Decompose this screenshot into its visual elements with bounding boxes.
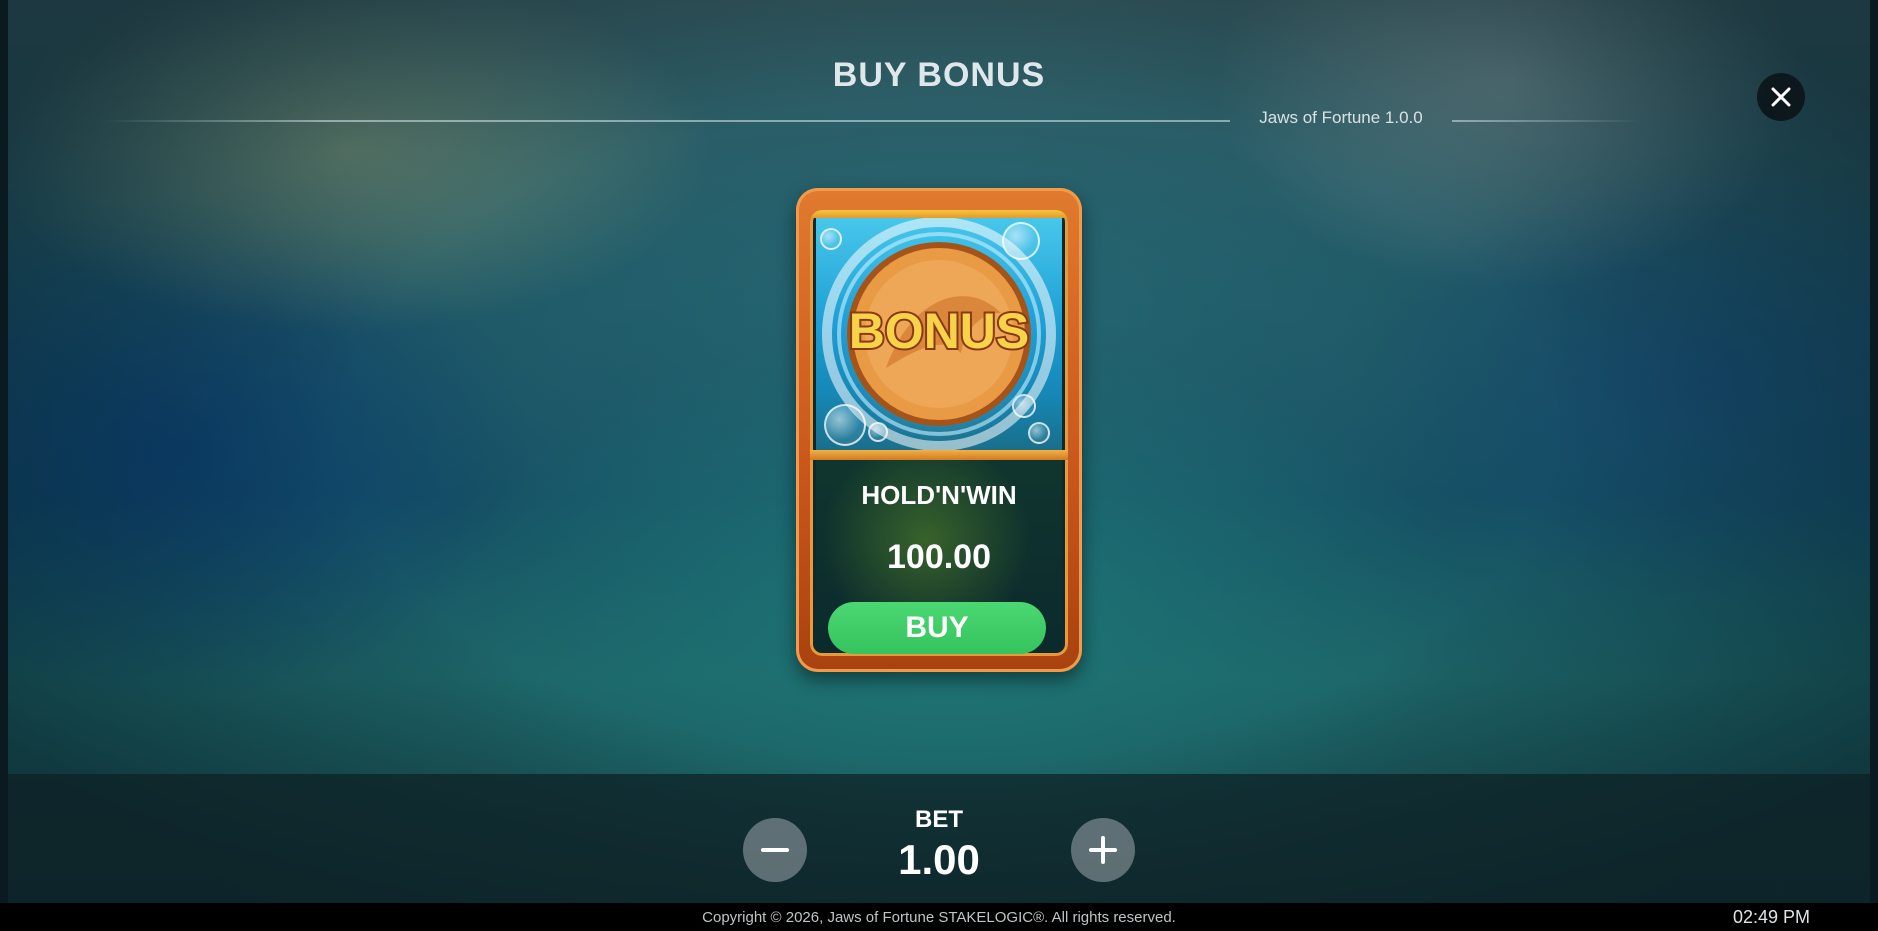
- decrease-bet-button[interactable]: [743, 818, 807, 882]
- plus-icon: [1089, 836, 1117, 864]
- minus-icon: [761, 848, 789, 852]
- bet-value: 1.00: [898, 836, 980, 883]
- title-divider-left: [102, 120, 1230, 122]
- card-top-trim: [810, 210, 1068, 218]
- close-icon: [1771, 87, 1791, 107]
- game-version: Jaws of Fortune 1.0.0: [1259, 108, 1423, 127]
- page-title: BUY BONUS: [832, 56, 1046, 94]
- bet-label: BET: [915, 806, 963, 833]
- increase-bet-button[interactable]: [1071, 818, 1135, 882]
- feature-price: 100.00: [887, 538, 991, 576]
- buy-bonus-screen: BUY BONUS Jaws of Fortune 1.0.0 BONUS HO…: [0, 0, 1878, 931]
- svg-text:BONUS: BONUS: [849, 303, 1030, 359]
- title-divider-right: [1452, 120, 1642, 122]
- bonus-coin-artwork: BONUS: [816, 218, 1062, 450]
- bonus-feature-card: BONUS HOLD'N'WIN 100.00 BUY: [796, 188, 1082, 672]
- buy-button[interactable]: BUY: [828, 602, 1046, 654]
- card-inner: BONUS HOLD'N'WIN 100.00 BUY: [810, 210, 1068, 656]
- clock: 02:49 PM: [1732, 907, 1810, 927]
- close-button[interactable]: [1757, 73, 1805, 121]
- feature-name: HOLD'N'WIN: [861, 480, 1017, 510]
- bonus-coin-icon: BONUS: [822, 218, 1056, 450]
- copyright-text: Copyright © 2026, Jaws of Fortune STAKEL…: [702, 909, 1176, 926]
- art-divider: [810, 450, 1068, 460]
